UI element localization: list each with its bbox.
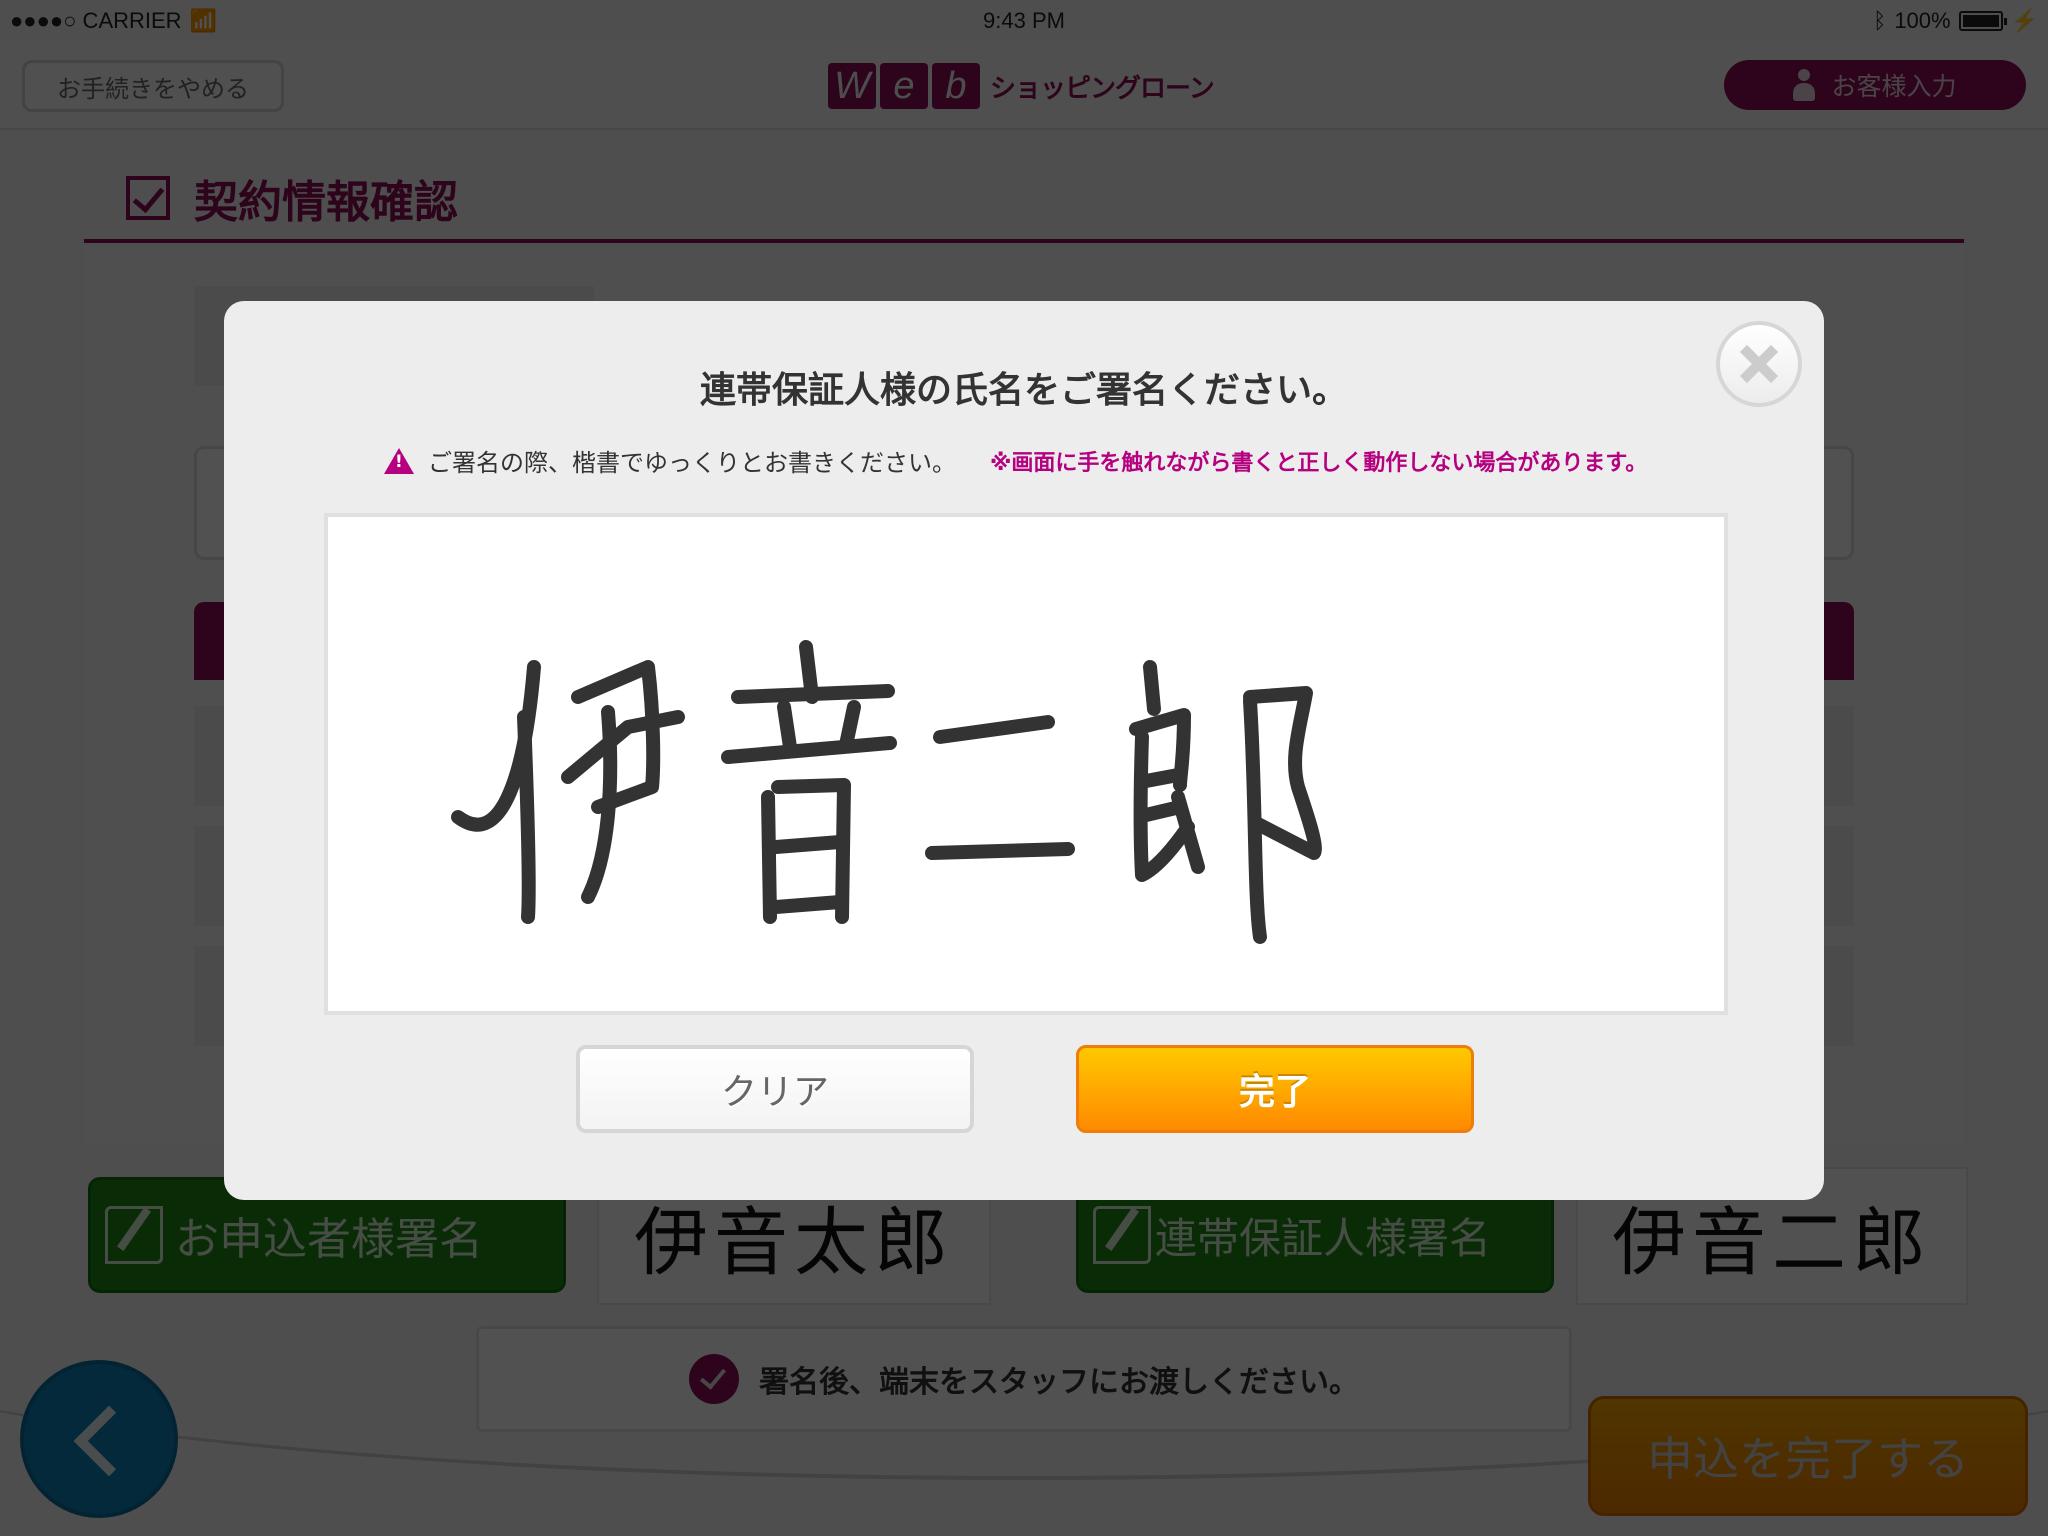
signing-instructions: ご署名の際、楷書でゆっくりとお書きください。 ※画面に手を触れながら書くと正しく… xyxy=(384,443,1647,478)
signature-stroke xyxy=(561,710,685,784)
modal-title: 連帯保証人様の氏名をご署名ください。 xyxy=(699,370,1348,411)
signature-stroke xyxy=(769,835,847,914)
signature-stroke xyxy=(1171,790,1205,874)
signature-stroke xyxy=(761,790,777,924)
warning-icon xyxy=(384,447,414,474)
signature-strokes xyxy=(451,640,1322,944)
signature-modal: 連帯保証人様の氏名をご署名ください。 ご署名の際、楷書でゆっくりとお書きください… xyxy=(224,301,1824,1200)
signature-stroke xyxy=(517,710,536,924)
clear-button[interactable]: クリア xyxy=(576,1045,974,1133)
warning-text: ご署名の際、楷書でゆっくりとお書きください。 xyxy=(428,449,956,477)
signature-stroke xyxy=(933,715,1055,744)
close-button[interactable] xyxy=(1716,321,1802,407)
signature-stroke xyxy=(925,842,1075,860)
signature-stroke xyxy=(731,684,895,704)
signature-stroke xyxy=(1143,660,1161,716)
signature-stroke xyxy=(721,736,897,764)
warning-note: ※画面に手を触れながら書くと正しく動作しない場合があります。 xyxy=(990,450,1648,476)
done-button[interactable]: 完了 xyxy=(1076,1045,1474,1133)
signature-pad[interactable] xyxy=(324,513,1728,1015)
signature-stroke xyxy=(1243,694,1267,944)
